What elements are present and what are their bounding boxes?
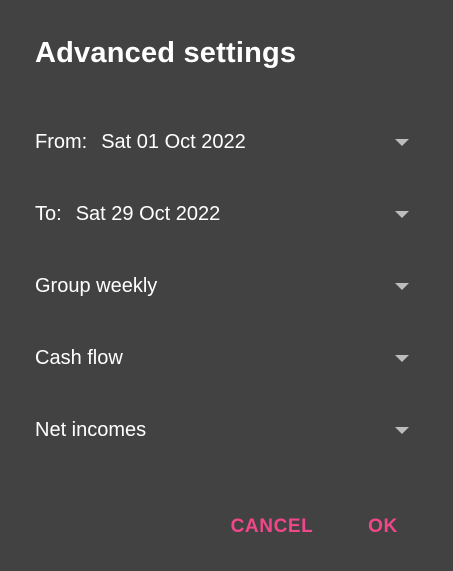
advanced-settings-dialog: Advanced settings From: Sat 01 Oct 2022 … bbox=[0, 0, 453, 571]
metric-selector[interactable]: Net incomes bbox=[35, 406, 415, 454]
to-label: To: bbox=[35, 202, 62, 225]
ok-button[interactable]: OK bbox=[362, 510, 404, 544]
dropdown-arrow-icon bbox=[395, 139, 409, 146]
report-type-value: Cash flow bbox=[35, 346, 123, 369]
dropdown-arrow-icon bbox=[395, 355, 409, 362]
grouping-selector[interactable]: Group weekly bbox=[35, 262, 415, 310]
dropdown-arrow-icon bbox=[395, 211, 409, 218]
cancel-button[interactable]: CANCEL bbox=[226, 510, 318, 544]
to-date-selector[interactable]: To: Sat 29 Oct 2022 bbox=[35, 190, 415, 238]
grouping-value: Group weekly bbox=[35, 274, 158, 297]
from-date-value: Sat 01 Oct 2022 bbox=[101, 130, 246, 153]
dropdown-arrow-icon bbox=[395, 427, 409, 434]
to-date-value: Sat 29 Oct 2022 bbox=[75, 202, 221, 225]
metric-value: Net incomes bbox=[35, 418, 147, 441]
from-date-selector[interactable]: From: Sat 01 Oct 2022 bbox=[35, 118, 415, 166]
from-label: From: bbox=[35, 130, 88, 153]
dialog-title: Advanced settings bbox=[35, 37, 297, 69]
dropdown-arrow-icon bbox=[395, 283, 409, 290]
report-type-selector[interactable]: Cash flow bbox=[35, 334, 415, 382]
